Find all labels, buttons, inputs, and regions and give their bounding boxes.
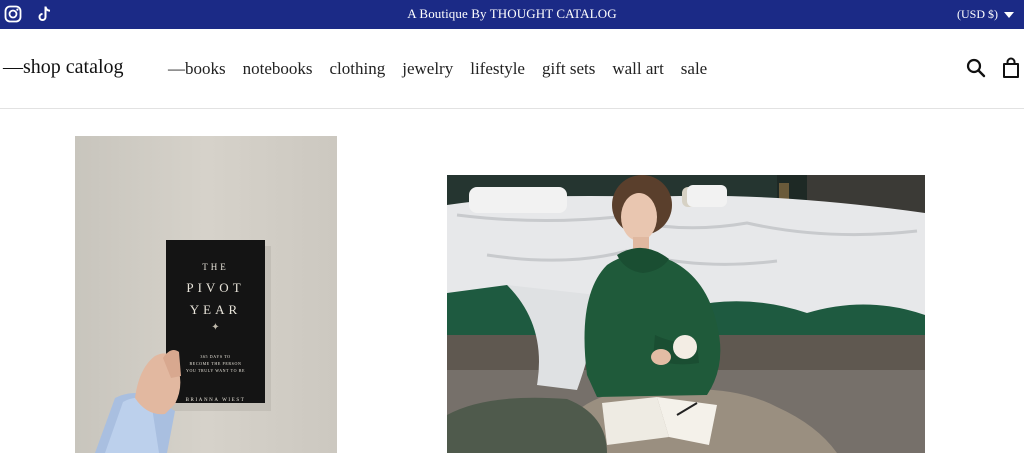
main-nav: —books notebooks clothing jewelry lifest…: [168, 59, 707, 79]
nav-item-jewelry[interactable]: jewelry: [402, 59, 453, 79]
book-title-line-1: THE: [202, 262, 229, 272]
nav-item-lifestyle[interactable]: lifestyle: [470, 59, 525, 79]
book-author: BRIANNA WIEST: [185, 398, 246, 403]
logo[interactable]: —shop catalog: [3, 56, 124, 79]
book-subtitle-line-3: YOU TRULY WANT TO BE: [185, 368, 246, 373]
hoodie-photo-illustration: [447, 175, 925, 453]
search-icon[interactable]: [966, 57, 986, 79]
hero-image-hoodie[interactable]: [447, 175, 925, 453]
book-cover-text: THE PIVOT YEAR ✦ 365 DAYS TO BECOME THE …: [166, 262, 265, 403]
nav-item-books[interactable]: —books: [168, 59, 226, 79]
currency-selector[interactable]: (USD $): [957, 7, 1014, 22]
cart-icon[interactable]: [1002, 57, 1022, 79]
currency-label: (USD $): [957, 7, 998, 21]
nav-item-notebooks[interactable]: notebooks: [243, 59, 313, 79]
book-subtitle-line-1: 365 DAYS TO: [200, 354, 231, 359]
announcement-bar: A Boutique By THOUGHT CATALOG (USD $): [0, 0, 1024, 29]
book-title-line-2: PIVOT: [186, 280, 245, 295]
nav-item-sale[interactable]: sale: [681, 59, 707, 79]
nav-item-gift-sets[interactable]: gift sets: [542, 59, 595, 79]
nav-item-clothing[interactable]: clothing: [330, 59, 386, 79]
chevron-down-icon: [1004, 12, 1014, 18]
site-header: —shop catalog —books notebooks clothing …: [0, 29, 1024, 109]
nav-item-wall-art[interactable]: wall art: [612, 59, 663, 79]
book-title-line-3: YEAR: [189, 302, 242, 317]
book-star-icon: ✦: [211, 322, 220, 333]
header-actions: [966, 57, 1022, 79]
book-subtitle-line-2: BECOME THE PERSON: [189, 361, 242, 366]
book-subtitle: 365 DAYS TO BECOME THE PERSON YOU TRULY …: [166, 353, 265, 374]
hero-image-book[interactable]: THE PIVOT YEAR ✦ 365 DAYS TO BECOME THE …: [75, 136, 337, 453]
announcement-text: A Boutique By THOUGHT CATALOG: [407, 6, 617, 21]
